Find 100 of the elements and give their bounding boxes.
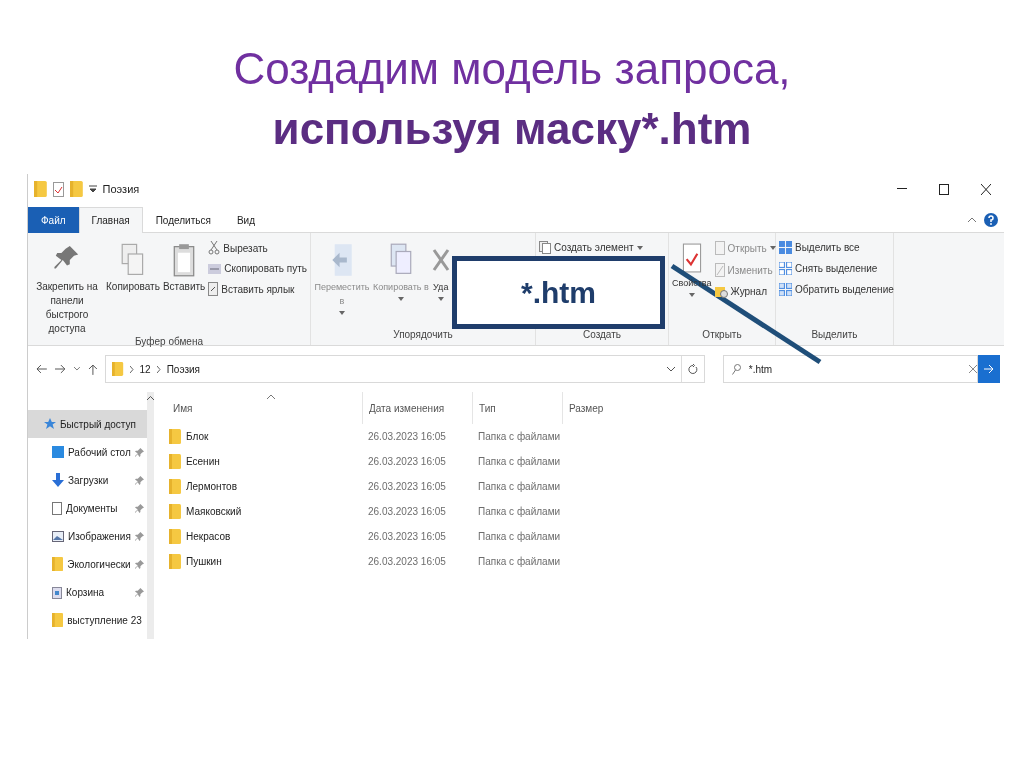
date-cell-text: 26.03.2023 16:05 bbox=[367, 456, 447, 467]
file-name[interactable]: Некрасов bbox=[167, 529, 362, 544]
grid-icon bbox=[779, 262, 792, 275]
folder-icon bbox=[52, 613, 64, 627]
clear-icon[interactable] bbox=[969, 365, 978, 373]
ribbon-button[interactable]: Копировать bbox=[106, 237, 160, 336]
refresh-icon[interactable] bbox=[687, 363, 698, 375]
date-cell-text: 26.03.2023 16:05 bbox=[367, 506, 447, 517]
group-label: Упорядочить bbox=[392, 329, 454, 342]
properties-icon[interactable] bbox=[52, 181, 64, 197]
path-icon bbox=[208, 263, 222, 274]
group-label: Выделить bbox=[810, 329, 859, 342]
sidebar-item[interactable]: выступление 23 bbox=[28, 606, 147, 634]
column-header[interactable]: Дата изменения bbox=[362, 392, 472, 424]
forward-icon[interactable] bbox=[54, 364, 66, 374]
ribbon-button[interactable]: Обратить выделение bbox=[779, 283, 894, 296]
ribbon-button[interactable]: Вставить ярлык bbox=[208, 282, 307, 296]
desktop-icon bbox=[52, 446, 64, 458]
sort-icon bbox=[267, 394, 275, 399]
file-name[interactable]: Есенин bbox=[167, 454, 362, 469]
sidebar-item[interactable]: Экологически bbox=[28, 550, 147, 578]
download-icon bbox=[52, 473, 64, 487]
ribbon-button[interactable]: Вырезать bbox=[208, 241, 307, 255]
slide-title: Создадим модель запроса, bbox=[233, 43, 791, 95]
type-cell-text: Папка с файлами bbox=[477, 506, 562, 517]
group-label: Буфер обмена bbox=[134, 336, 204, 347]
help-icon[interactable] bbox=[984, 212, 998, 227]
address-bar[interactable]: 12 Поэзия bbox=[105, 355, 705, 383]
move-icon bbox=[331, 243, 353, 277]
dropdown-icon[interactable] bbox=[88, 185, 97, 193]
chevron-icon[interactable] bbox=[129, 365, 134, 373]
ribbon-tab[interactable]: Вид bbox=[223, 207, 268, 233]
sidebar-item[interactable]: Документы bbox=[28, 494, 147, 522]
properties-icon bbox=[681, 243, 702, 273]
folder-icon bbox=[52, 557, 64, 571]
file-name[interactable]: Лермонтов bbox=[167, 479, 362, 494]
ribbon-tab[interactable]: Поделиться bbox=[142, 207, 224, 233]
sidebar-item[interactable]: Рабочий стол bbox=[28, 438, 147, 466]
ribbon-button[interactable]: Скопировать путь bbox=[208, 263, 307, 274]
slide-subtitle: используя маску*.htm bbox=[272, 103, 752, 155]
folder-icon bbox=[169, 529, 181, 544]
new-item-icon bbox=[539, 241, 551, 254]
scrollbar[interactable] bbox=[146, 392, 154, 639]
group-label: Создать bbox=[582, 329, 622, 342]
document-icon bbox=[52, 501, 62, 515]
ribbon-button[interactable]: Выделить все bbox=[779, 241, 894, 254]
recycle-bin-icon bbox=[52, 585, 62, 599]
file-name[interactable]: Блок bbox=[167, 429, 362, 444]
copy-icon bbox=[389, 243, 412, 277]
clipboard-icon bbox=[173, 243, 196, 277]
grid-icon bbox=[779, 283, 792, 296]
ribbon-button[interactable]: Вставить bbox=[162, 237, 206, 336]
type-cell-text: Папка с файлами bbox=[477, 556, 562, 567]
folder-icon bbox=[34, 181, 47, 197]
scroll-up-icon[interactable] bbox=[146, 396, 154, 400]
ribbon-button[interactable]: Журнал bbox=[714, 285, 776, 298]
history-icon bbox=[714, 285, 728, 298]
sidebar-item[interactable]: Загрузки bbox=[28, 466, 147, 494]
folder-icon bbox=[169, 454, 181, 469]
edit-icon bbox=[714, 263, 725, 277]
type-cell-text: Папка с файлами bbox=[477, 456, 562, 467]
ribbon-tab[interactable]: Главная bbox=[78, 207, 143, 233]
minimize-icon[interactable] bbox=[897, 188, 907, 190]
callout-box: *.htm bbox=[452, 256, 665, 329]
collapse-ribbon-icon[interactable] bbox=[968, 217, 976, 222]
close-icon[interactable] bbox=[981, 183, 991, 195]
sidebar-item[interactable]: Изображения bbox=[28, 522, 147, 550]
up-icon[interactable] bbox=[87, 363, 98, 375]
column-header[interactable]: Размер bbox=[562, 392, 622, 424]
breadcrumb[interactable]: Поэзия bbox=[166, 363, 200, 375]
caret-icon[interactable] bbox=[73, 367, 80, 371]
image-icon bbox=[52, 530, 64, 542]
ribbon-button[interactable]: Создать элемент bbox=[539, 241, 643, 254]
ribbon-button[interactable]: Закрепить на панели быстрого доступа bbox=[31, 237, 104, 336]
file-name[interactable]: Пушкин bbox=[167, 554, 362, 569]
maximize-icon[interactable] bbox=[939, 183, 949, 195]
star-icon bbox=[44, 418, 56, 430]
chevron-icon[interactable] bbox=[156, 365, 161, 373]
dropdown-icon[interactable] bbox=[666, 366, 675, 372]
shortcut-icon bbox=[208, 282, 219, 296]
folder-icon bbox=[112, 362, 124, 376]
column-header[interactable]: Имя bbox=[167, 392, 362, 424]
folder-icon bbox=[69, 181, 83, 197]
file-name[interactable]: Маяковский bbox=[167, 504, 362, 519]
date-cell-text: 26.03.2023 16:05 bbox=[367, 481, 447, 492]
date-cell-text: 26.03.2023 16:05 bbox=[367, 556, 447, 567]
file-menu-tab[interactable]: Файл bbox=[28, 207, 79, 233]
sidebar-item[interactable]: Быстрый доступ bbox=[28, 410, 147, 438]
type-cell-text: Папка с файлами bbox=[477, 531, 562, 542]
ribbon-button[interactable]: Снять выделение bbox=[779, 262, 894, 275]
column-header[interactable]: Тип bbox=[472, 392, 562, 424]
type-cell-text: Папка с файлами bbox=[477, 431, 562, 442]
scissors-icon bbox=[208, 241, 221, 255]
group-label: Открыть bbox=[701, 329, 743, 342]
breadcrumb[interactable]: 12 bbox=[139, 363, 151, 375]
search-field[interactable]: *.htm bbox=[722, 355, 979, 383]
sidebar-item[interactable]: Корзина bbox=[28, 578, 147, 606]
folder-icon bbox=[169, 504, 181, 519]
ribbon-button[interactable]: Уда bbox=[431, 237, 450, 329]
back-icon[interactable] bbox=[36, 364, 47, 374]
